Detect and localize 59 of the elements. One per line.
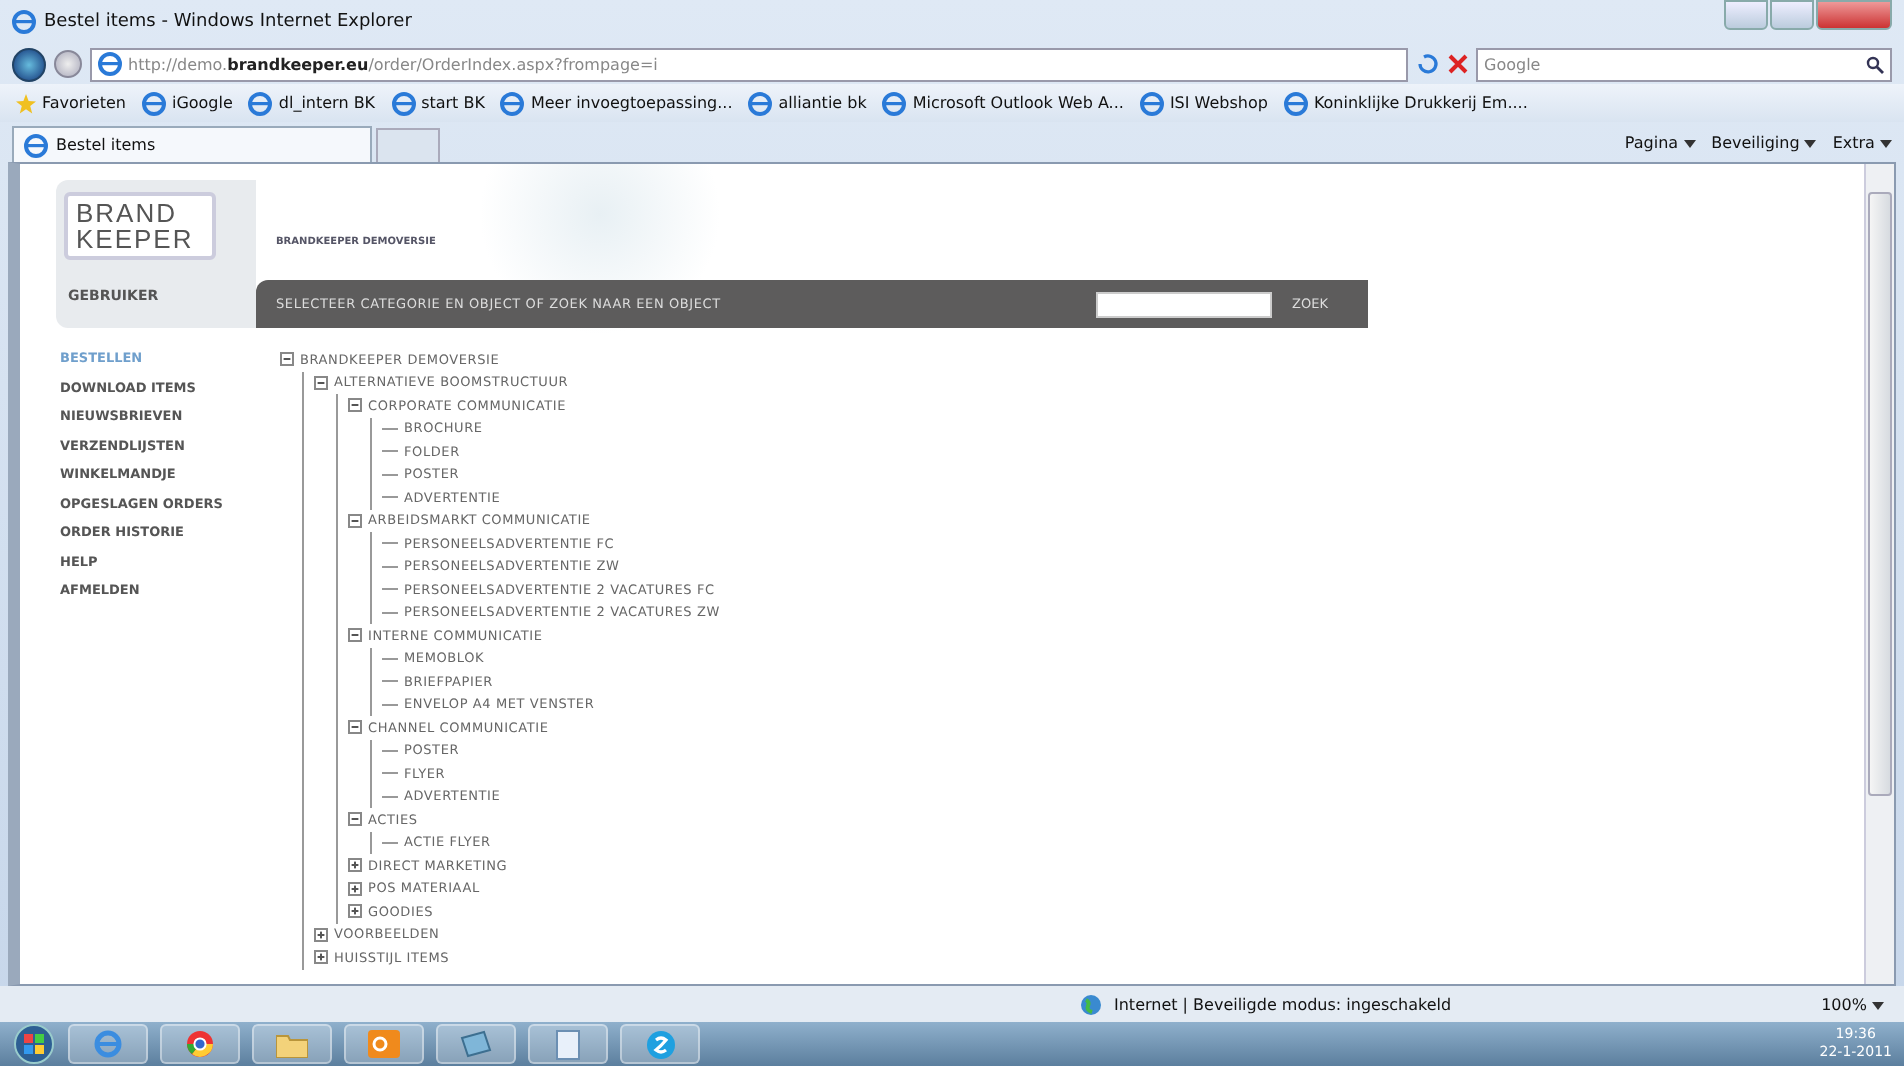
collapse-icon[interactable] [314, 375, 328, 390]
favorite-link[interactable]: ISI Webshop [1169, 94, 1268, 112]
address-field[interactable]: http://demo.brandkeeper.eu/order/OrderIndex.aspx?frompage=i [90, 47, 1408, 81]
collapse-icon[interactable] [348, 628, 362, 643]
command-menu[interactable]: Beveiliging [1711, 133, 1817, 151]
favorite-link[interactable]: start BK [421, 94, 485, 112]
caret-icon [1880, 139, 1892, 147]
favorite-link[interactable]: Microsoft Outlook Web A... [912, 94, 1124, 112]
start-orb-icon[interactable] [12, 1024, 56, 1064]
collapse-icon[interactable] [348, 398, 362, 413]
expand-icon[interactable] [348, 858, 362, 873]
chat-icon [645, 1029, 675, 1059]
taskbar-button[interactable] [344, 1024, 424, 1064]
expand-icon[interactable] [314, 927, 328, 942]
expand-icon[interactable] [314, 950, 328, 965]
search-field[interactable]: Google [1476, 47, 1892, 81]
search-placeholder: Google [1484, 55, 1541, 73]
favorite-link[interactable]: Meer invoegtoepassing... [530, 94, 733, 112]
window-title: Bestel items - Windows Internet Explorer [44, 12, 412, 32]
search-input[interactable] [1096, 291, 1273, 317]
collapse-icon[interactable] [348, 812, 362, 827]
star-icon [16, 93, 36, 113]
taskbar-button[interactable] [528, 1024, 608, 1064]
stop-icon[interactable] [1448, 54, 1468, 74]
ring-icon [186, 1030, 214, 1058]
taskbar-button[interactable] [436, 1024, 516, 1064]
logo-text: BRAND [76, 200, 180, 226]
close-button[interactable] [1816, 0, 1892, 30]
taskbar-button[interactable] [160, 1024, 240, 1064]
refresh-icon[interactable] [1416, 52, 1440, 76]
command-menu[interactable]: Extra [1832, 133, 1892, 151]
document-icon [556, 1029, 580, 1059]
status-text: Internet | Beveiligde modus: ingeschakeld [1114, 995, 1452, 1013]
expand-icon[interactable] [348, 881, 362, 896]
favorite-link[interactable]: dl_intern BK [278, 94, 376, 112]
favorite-link[interactable]: Koninklijke Drukkerij Em.... [1313, 94, 1528, 112]
expand-icon[interactable] [348, 904, 362, 919]
collapse-icon[interactable] [348, 513, 362, 528]
caret-icon [1872, 1001, 1884, 1009]
folder-icon [276, 1031, 308, 1057]
favorites-button[interactable]: Favorieten [16, 93, 126, 113]
caret-icon [1804, 139, 1817, 147]
back-button[interactable] [12, 47, 46, 81]
url-text: http://demo.brandkeeper.eu/order/OrderIndex.aspx?frompage=i [128, 55, 658, 73]
zoom-level[interactable]: 100% [1821, 995, 1884, 1013]
collapse-icon[interactable] [280, 352, 294, 367]
caret-icon [1683, 139, 1696, 147]
search-icon[interactable] [1866, 55, 1884, 73]
scroll-thumb[interactable] [1868, 192, 1892, 796]
taskbar-button[interactable] [68, 1024, 148, 1064]
forward-button[interactable] [54, 50, 82, 78]
taskbar-button[interactable] [620, 1024, 700, 1064]
favorite-link[interactable]: iGoogle [171, 94, 233, 112]
browser-tab[interactable]: Bestel items [12, 126, 372, 162]
favorite-link[interactable]: alliantie bk [778, 94, 867, 112]
command-menu[interactable]: Pagina [1624, 133, 1696, 151]
logo-text: KEEPER [76, 226, 196, 252]
globe-icon [1080, 993, 1102, 1015]
collapse-icon[interactable] [348, 720, 362, 735]
